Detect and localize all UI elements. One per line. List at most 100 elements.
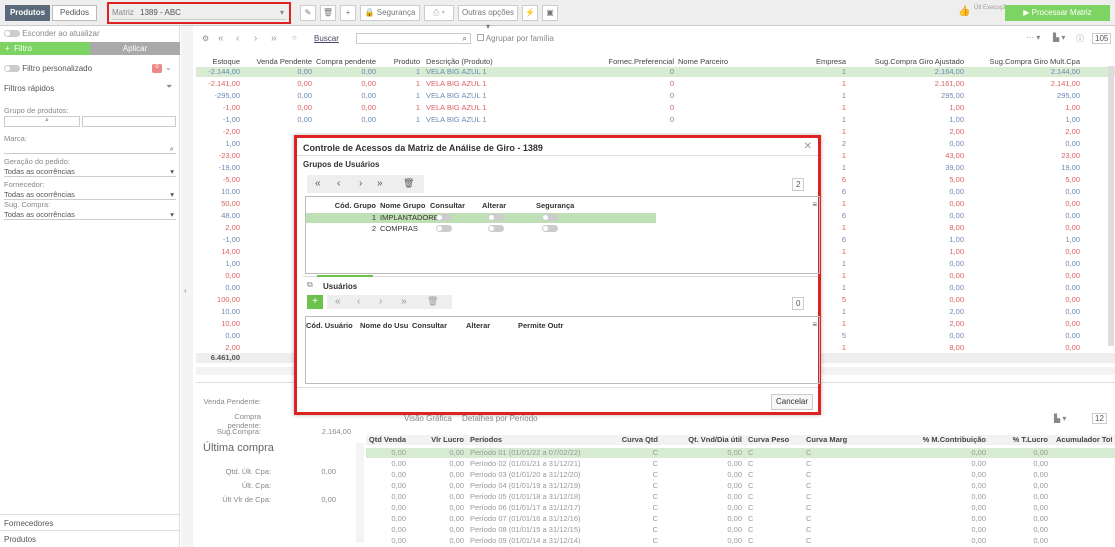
first-page-icon[interactable]: « — [335, 296, 341, 307]
collapse-handle[interactable]: ‹ — [181, 26, 193, 547]
chevron-down-icon[interactable]: ⌄ — [165, 63, 172, 72]
last-page-icon[interactable]: » — [377, 178, 383, 189]
bottom-collapse-handle[interactable] — [356, 443, 364, 543]
grid-header-cell[interactable]: Estoque — [196, 57, 240, 67]
grid-header-cell[interactable]: Venda Pendente — [244, 57, 312, 67]
grupo-row[interactable]: 2 COMPRAS — [306, 224, 656, 234]
usuarios-header-cell[interactable]: Cód. Usuário — [306, 321, 358, 331]
buscar-link[interactable]: Buscar — [314, 34, 339, 43]
marca-input[interactable]: ⌕ — [4, 143, 176, 154]
table-row[interactable]: -1,00 0,00 0,00 1 VELA BIG AZUL 1 0 1 1,00 1,00 — [196, 103, 1115, 113]
table-row[interactable]: 0,00 0,00 Período 04 (01/01/19 a 31/12/19)… — [366, 481, 1115, 491]
visao-grafica-tab[interactable]: Visão Gráfica — [404, 414, 452, 423]
grupos-header-cell[interactable]: Cód. Grupo — [306, 201, 376, 211]
first-page-icon[interactable]: « — [218, 33, 224, 44]
bottom-header-cell[interactable]: Curva Peso — [748, 435, 804, 445]
grid-header-cell[interactable]: Nome Parceiro — [678, 57, 798, 67]
table-row[interactable]: -295,00 0,00 0,00 1 VELA BIG AZUL 1 0 1 295,00 2… — [196, 91, 1115, 101]
grid-header-cell[interactable]: Produto — [378, 57, 420, 67]
fornecedores-nav[interactable]: Fornecedores — [0, 514, 180, 530]
copy-icon[interactable]: ⧉ — [307, 280, 313, 290]
export-icon[interactable]: ▙ ▾ — [1054, 414, 1066, 423]
thumbs-up-icon[interactable]: 👍 — [958, 6, 970, 17]
table-row[interactable]: 0,00 0,00 Período 09 (01/01/14 a 31/12/14)… — [366, 536, 1115, 546]
table-row[interactable]: -2.144,00 0,00 0,00 1 VELA BIG AZUL 1 0 1 2.164… — [196, 67, 1115, 77]
sug-compra-select[interactable]: Todas as ocorrências ▾ — [4, 209, 176, 220]
menu-icon[interactable]: ≡ — [812, 200, 817, 209]
fornecedor-select[interactable]: Todas as ocorrências ▾ — [4, 189, 176, 200]
matriz-select[interactable]: Matriz 1389 - ABC ▾ — [112, 6, 286, 20]
page-size-input[interactable]: 105 — [1092, 33, 1112, 44]
add-icon[interactable]: + — [340, 5, 356, 21]
processar-matriz-button[interactable]: ▶ Processar Matriz — [1005, 5, 1110, 21]
grupo-row[interactable]: 1 IMPLANTADORES — [306, 213, 656, 223]
bottom-header-cell[interactable]: Qtd Venda — [366, 435, 406, 445]
edit-icon[interactable]: ✎ — [300, 5, 316, 21]
grupos-header-cell[interactable]: Alterar — [482, 201, 534, 211]
trash-icon[interactable]: 🗑 — [320, 5, 336, 21]
last-page-icon[interactable]: » — [271, 33, 277, 44]
info-icon[interactable]: ⓘ — [1076, 33, 1084, 44]
grid-header-cell[interactable]: Compra pendente — [314, 57, 376, 67]
filtro-button[interactable]: + Filtro — [0, 42, 90, 55]
geracao-pedido-select[interactable]: Todas as ocorrências ▾ — [4, 166, 176, 177]
bottom-header-cell[interactable]: Qt. Vnd/Dia útil — [662, 435, 742, 445]
prev-page-icon[interactable]: ‹ — [357, 296, 360, 307]
agrupar-checkbox[interactable]: Agrupar por família — [477, 34, 554, 43]
outras-opcoes-button[interactable]: Outras opções ▾ — [458, 5, 518, 31]
next-page-icon[interactable]: › — [254, 33, 257, 44]
usuarios-header-cell[interactable]: Nome do Usu — [360, 321, 412, 331]
table-row[interactable]: 0,00 0,00 Período 01 (01/01/22 a 07/02/22)… — [366, 448, 1115, 458]
table-row[interactable]: 0,00 0,00 Período 07 (01/01/16 a 31/12/16)… — [366, 514, 1115, 524]
seguranca-button[interactable]: 🔒 Segurança — [360, 5, 420, 21]
seguranca-toggle[interactable] — [542, 225, 558, 232]
save-icon[interactable]: ▣ — [542, 5, 558, 21]
first-page-icon[interactable]: « — [315, 178, 321, 189]
next-page-icon[interactable]: › — [359, 178, 362, 189]
aplicar-button[interactable]: Aplicar — [90, 42, 180, 55]
table-row[interactable]: -1,00 0,00 0,00 1 VELA BIG AZUL 1 0 1 1,00 1,00 — [196, 115, 1115, 125]
grid-header-cell[interactable]: Empresa — [800, 57, 846, 67]
bottom-header-cell[interactable]: Curva Qtd — [598, 435, 658, 445]
cancelar-button[interactable]: Cancelar — [771, 394, 813, 410]
table-row[interactable]: 0,00 0,00 Período 02 (01/01/21 a 31/12/21)… — [366, 459, 1115, 469]
last-page-icon[interactable]: » — [401, 296, 407, 307]
bottom-page-size[interactable]: 12 — [1092, 413, 1107, 424]
detalhes-tab[interactable]: Detalhes por Período — [462, 414, 538, 423]
grupo-produtos-input[interactable]: ⌕ — [4, 116, 80, 127]
bottom-header-cell[interactable]: Acumulador Total — [1056, 435, 1112, 445]
bottom-header-cell[interactable]: % T.Lucro — [992, 435, 1048, 445]
more-icon[interactable]: ··· ▾ — [1026, 33, 1040, 42]
bottom-header-cell[interactable]: Períodos — [470, 435, 595, 445]
consultar-toggle[interactable] — [436, 225, 452, 232]
filter-icon[interactable]: ⏷ — [166, 82, 172, 92]
table-row[interactable]: 0,00 0,00 Período 05 (01/01/18 a 31/12/18)… — [366, 492, 1115, 502]
esconder-toggle[interactable]: Esconder ao atualizar — [4, 29, 100, 38]
trash-icon[interactable]: 🗑 — [403, 178, 414, 189]
alterar-toggle[interactable] — [488, 214, 504, 221]
usuarios-header-cell[interactable]: Alterar — [466, 321, 514, 331]
produtos-nav[interactable]: Produtos — [0, 530, 180, 546]
grid-header-cell[interactable]: Sug.Compra Giro Ajustado — [852, 57, 964, 67]
usuarios-header-cell[interactable]: Consultar — [412, 321, 462, 331]
filtro-personalizado-toggle[interactable]: Filtro personalizado — [4, 64, 92, 73]
tab-usuarios[interactable]: Usuários — [317, 275, 373, 293]
search-input[interactable]: ⌕ — [356, 33, 471, 44]
menu-icon[interactable]: ≡ — [812, 320, 817, 329]
alterar-toggle[interactable] — [488, 225, 504, 232]
flash-icon[interactable]: ⚡ — [522, 5, 538, 21]
grid-header-cell[interactable]: Fornec.Preferencial — [576, 57, 674, 67]
vertical-scrollbar[interactable] — [1108, 66, 1114, 346]
export-icon[interactable]: ▙ ▾ — [1053, 33, 1065, 42]
grupos-header-cell[interactable]: Segurança — [536, 201, 588, 211]
bottom-header-cell[interactable]: Curva Marg — [806, 435, 866, 445]
gear-icon[interactable]: ⚙ — [202, 34, 209, 43]
add-usuario-button[interactable]: + — [307, 295, 323, 309]
consultar-toggle[interactable] — [436, 214, 452, 221]
close-icon[interactable]: ✕ — [804, 141, 812, 152]
tab-produtos[interactable]: Produtos — [5, 5, 50, 21]
bottom-header-cell[interactable]: Vlr Lucro — [408, 435, 464, 445]
grid-header-cell[interactable]: Sug.Compra Giro Mult.Cpa — [968, 57, 1080, 67]
table-row[interactable]: 0,00 0,00 Período 06 (01/01/17 a 31/12/17)… — [366, 503, 1115, 513]
tab-pedidos[interactable]: Pedidos — [52, 5, 97, 21]
